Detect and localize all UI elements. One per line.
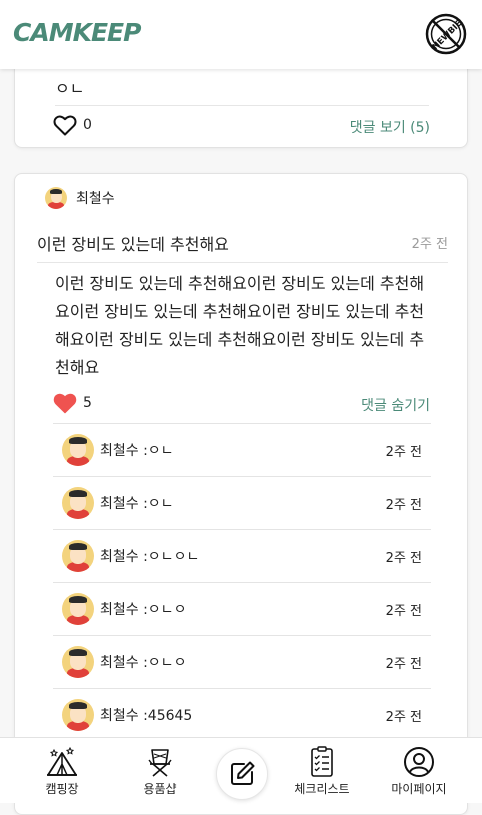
comment-item: 최철수 :ㅇㄴㅇ 2주 전 [53,582,431,635]
nav-item-checklist[interactable]: 체크리스트 [282,746,362,797]
divider [37,262,448,263]
like-count: 0 [83,117,92,133]
avatar [62,540,94,572]
comment-time: 2주 전 [385,498,422,513]
nav-label: 마이페이지 [391,782,447,796]
nav-item-shop[interactable]: 용품샵 [120,746,200,797]
post-title: 이런 장비도 있는데 추천해요 [37,235,229,254]
post-author[interactable]: 최철수 [45,187,115,209]
avatar [62,487,94,519]
avatar [62,646,94,678]
comment-text: 최철수 :45645 [100,708,193,724]
comment-time: 2주 전 [385,604,422,619]
like-control[interactable]: 0 [53,114,92,136]
write-post-button[interactable] [216,748,268,800]
bottom-nav: 캠핑장 용품샵 체크리스트 마이페이지 [0,737,482,803]
nav-label: 체크리스트 [294,782,350,796]
comment-time: 2주 전 [385,657,422,672]
app-logo[interactable]: CAMKEEP [13,18,141,47]
comment-text: 최철수 :ㅇㄴㅇ [100,655,187,671]
author-name: 최철수 [76,191,115,207]
divider [55,105,429,106]
avatar [62,434,94,466]
tent-icon [47,746,77,776]
nav-label: 캠핑장 [45,782,79,796]
newbie-badge-icon[interactable]: NEWBIE [425,13,467,55]
post-time: 2주 전 [411,237,448,252]
like-control[interactable]: 5 [53,392,92,414]
checklist-icon [311,746,333,777]
camping-chair-icon [148,749,172,777]
post-body: 이런 장비도 있는데 추천해요이런 장비도 있는데 추천해요이런 장비도 있는데… [55,274,425,377]
post-content: ㅇㄴ [55,79,85,98]
comment-text: 최철수 :ㅇㄴㅇㄴ [100,549,200,565]
like-count: 5 [83,395,92,411]
comment-item: 최철수 :ㅇㄴㅇㄴ 2주 전 [53,529,431,582]
comment-item: 최철수 :45645 2주 전 [53,688,431,741]
comment-item: 최철수 :ㅇㄴ 2주 전 [53,476,431,529]
avatar [62,699,94,731]
comment-text: 최철수 :ㅇㄴ [100,443,174,459]
nav-item-mypage[interactable]: 마이페이지 [379,746,459,797]
hide-comments-link[interactable]: 댓글 숨기기 [361,395,430,415]
nav-item-campsite[interactable]: 캠핑장 [22,746,102,797]
post-card: 최철수 이런 장비도 있는데 추천해요 2주 전 이런 장비도 있는데 추천해요… [14,173,468,815]
comment-time: 2주 전 [385,551,422,566]
comment-item: 최철수 :ㅇㄴㅇ 2주 전 [53,635,431,688]
comment-item: 최철수 :ㅇㄴ 2주 전 [53,423,431,476]
show-comments-link[interactable]: 댓글 보기 (5) [350,117,430,137]
nav-label: 용품샵 [143,782,177,796]
avatar [62,593,94,625]
user-icon [404,747,434,777]
comment-time: 2주 전 [385,445,422,460]
edit-icon [231,761,255,785]
heart-filled-icon[interactable] [53,392,77,414]
heart-outline-icon[interactable] [53,114,77,136]
comment-time: 2주 전 [385,710,422,725]
comment-text: 최철수 :ㅇㄴㅇ [100,602,187,618]
comment-list: 최철수 :ㅇㄴ 2주 전 최철수 :ㅇㄴ 2주 전 최철수 :ㅇㄴㅇㄴ 2주 전… [53,423,431,741]
app-header: CAMKEEP NEWBIE [0,0,482,69]
comment-text: 최철수 :ㅇㄴ [100,496,174,512]
avatar [45,187,67,209]
